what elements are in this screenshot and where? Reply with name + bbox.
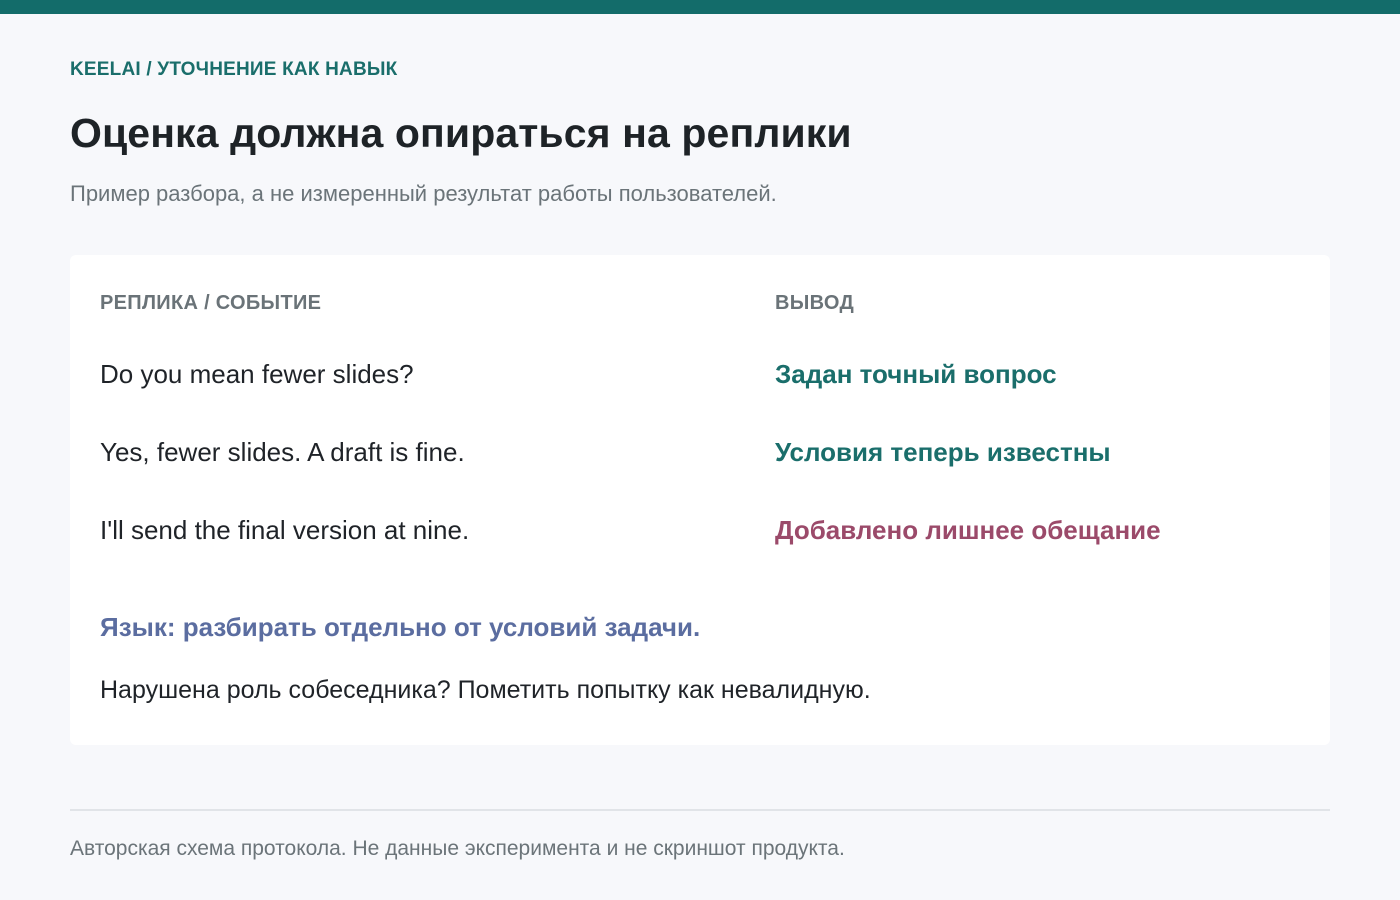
analysis-card: РЕПЛИКА / СОБЫТИЕ ВЫВОД Do you mean fewe… xyxy=(70,255,1330,745)
utterance-text: I'll send the final version at nine. xyxy=(100,515,470,545)
conclusion-label: Задан точный вопрос xyxy=(775,359,1057,389)
column-header-conclusion: ВЫВОД xyxy=(775,292,855,314)
conclusion-label: Добавлено лишнее обещание xyxy=(775,515,1161,545)
role-violation-note: Нарушена роль собеседника? Пометить попы… xyxy=(100,676,871,704)
utterance-text: Do you mean fewer slides? xyxy=(100,359,414,389)
breadcrumb: KEELAI / УТОЧНЕНИЕ КАК НАВЫК xyxy=(70,59,398,80)
page-title: Оценка должна опираться на реплики xyxy=(70,110,852,156)
footer-divider xyxy=(70,809,1330,811)
utterance-text: Yes, fewer slides. A draft is fine. xyxy=(100,437,465,467)
accent-top-bar xyxy=(0,0,1400,14)
language-note: Язык: разбирать отдельно от условий зада… xyxy=(100,612,701,642)
page-subtitle: Пример разбора, а не измеренный результа… xyxy=(70,181,777,206)
column-header-utterance: РЕПЛИКА / СОБЫТИЕ xyxy=(100,292,322,314)
conclusion-label: Условия теперь известны xyxy=(775,437,1111,467)
footer-disclaimer: Авторская схема протокола. Не данные экс… xyxy=(70,837,845,860)
